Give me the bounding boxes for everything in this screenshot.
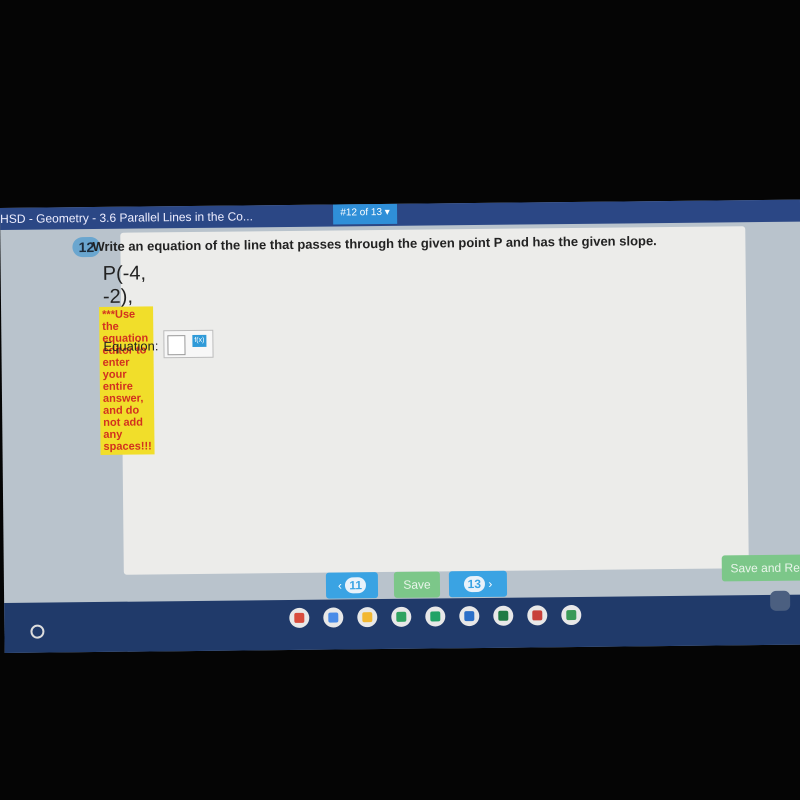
save-and-return-button[interactable]: Save and Ret [721, 554, 800, 582]
question-prompt: Write an equation of the line that passe… [92, 233, 657, 255]
previous-question-button[interactable]: ‹ 11 [325, 572, 379, 599]
word-icon-glyph [464, 611, 475, 622]
launcher-icon[interactable] [30, 624, 45, 639]
save-button[interactable]: Save [393, 571, 441, 598]
equation-label: Equation: [103, 338, 159, 354]
word-icon[interactable] [459, 606, 480, 627]
excel-icon-glyph [498, 610, 509, 621]
question-counter-dropdown[interactable]: #12 of 13 ▾ [332, 203, 398, 225]
slides-icon[interactable] [357, 607, 378, 628]
docs-icon[interactable] [323, 607, 344, 628]
classroom-icon[interactable] [561, 604, 582, 626]
powerpoint-icon-glyph [532, 610, 543, 621]
equation-input[interactable] [167, 335, 186, 356]
sheets-icon-glyph [430, 611, 441, 622]
powerpoint-icon[interactable] [527, 605, 548, 626]
drive-icon-glyph [396, 611, 407, 622]
question-card: Write an equation of the line that passe… [92, 226, 749, 575]
docs-icon-glyph [328, 612, 339, 623]
slides-icon-glyph [362, 612, 373, 623]
window-overview-icon[interactable] [770, 590, 791, 611]
chrome-icon-glyph [294, 612, 305, 623]
sheets-icon[interactable] [425, 606, 446, 627]
classroom-icon-glyph [566, 609, 577, 621]
equation-editor: f(x) [163, 329, 214, 359]
chrome-icon[interactable] [289, 607, 310, 628]
taskbar [4, 590, 800, 653]
excel-icon[interactable] [493, 605, 514, 626]
next-question-button[interactable]: 13 › [448, 570, 508, 598]
screen: HSD - Geometry - 3.6 Parallel Lines in t… [0, 199, 800, 653]
assignment-title: HSD - Geometry - 3.6 Parallel Lines in t… [0, 209, 253, 226]
top-bar: HSD - Geometry - 3.6 Parallel Lines in t… [0, 199, 800, 230]
drive-icon[interactable] [391, 606, 412, 627]
function-editor-button[interactable]: f(x) [192, 334, 207, 347]
instruction-warning: ***Use the equation editor to enter your… [99, 306, 155, 455]
